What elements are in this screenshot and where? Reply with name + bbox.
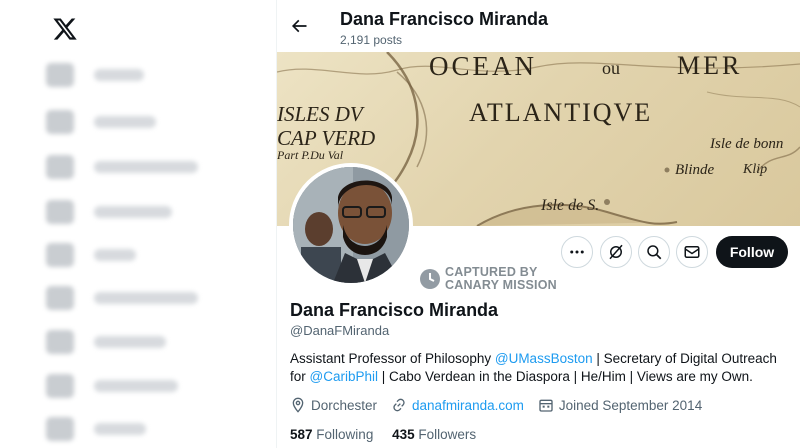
map-label: ou [602,58,620,78]
mention-link[interactable]: @CaribPhil [310,369,378,384]
followers-count: 435 [392,427,415,442]
nav-item-verified-orgs[interactable] [46,371,216,401]
more-icon [570,250,584,254]
location-item: Dorchester [290,397,377,413]
map-label: Part P.Du Val [277,148,344,162]
map-label: ISLES DV [277,102,363,126]
back-arrow-icon[interactable] [289,16,309,36]
following-link[interactable]: 587 Following [290,427,373,442]
search-icon [647,245,662,260]
clock-icon [420,269,440,289]
map-label: Blinde [675,162,715,178]
nav-item-notifications[interactable] [46,152,216,182]
mail-icon [684,246,700,258]
avatar[interactable] [289,163,413,287]
followers-label: Followers [418,427,477,442]
profile-handle: @DanaFMiranda [290,323,390,338]
map-label: Klip [743,162,768,177]
website-link[interactable]: danafmiranda.com [412,398,524,413]
watermark: CAPTURED BY CANARY MISSION [420,266,557,292]
calendar-icon [539,399,553,412]
avatar-photo [293,167,409,283]
map-label: MER [677,52,743,80]
following-count: 587 [290,427,313,442]
nav-item-messages[interactable] [46,197,216,227]
website-item[interactable]: danafmiranda.com [391,397,524,413]
mention-link[interactable]: @UMassBoston [495,351,593,366]
nav-item-premium[interactable] [46,327,216,357]
location-icon [292,397,304,413]
nav-item-home[interactable] [46,60,216,90]
profile-bio: Assistant Professor of Philosophy @UMass… [290,350,790,386]
bio-text: | Cabo Verdean in the Diaspora | He/Him … [378,369,753,384]
grok-icon [609,244,623,260]
profile-name: Dana Francisco Miranda [290,300,499,320]
map-label: Isle de bonn [710,136,784,152]
joined-item: Joined September 2014 [538,397,702,413]
nav-item-grok[interactable] [46,240,216,270]
map-label: OCEAN [429,52,537,81]
profile-header: Dana Francisco Miranda 2,191 posts [277,0,800,52]
followers-link[interactable]: 435 Followers [392,427,476,442]
follow-stats: 587 Following 435 Followers [290,427,476,442]
joined-text: Joined September 2014 [558,397,703,413]
search-button[interactable] [638,236,670,268]
more-button[interactable] [561,236,593,268]
message-button[interactable] [676,236,708,268]
profile-meta: Dorchester danafmiranda.com Joined Septe… [290,397,716,413]
grok-button[interactable] [600,236,632,268]
watermark-line2: CANARY MISSION [445,278,557,292]
map-label: Isle de S. [541,197,600,214]
location-text: Dorchester [311,397,378,413]
link-icon [393,398,405,412]
header-title: Dana Francisco Miranda [340,9,549,29]
left-nav [0,0,276,448]
header-post-count: 2,191 posts [340,33,403,47]
nav-item-explore[interactable] [46,107,216,137]
following-label: Following [316,427,374,442]
bio-text: Assistant Professor of Philosophy [290,351,495,366]
map-label: ATLANTIQVE [469,98,653,127]
nav-item-profile[interactable] [46,414,216,444]
x-logo-icon[interactable] [52,16,78,42]
nav-item-communities[interactable] [46,283,216,313]
follow-button[interactable]: Follow [716,236,788,268]
